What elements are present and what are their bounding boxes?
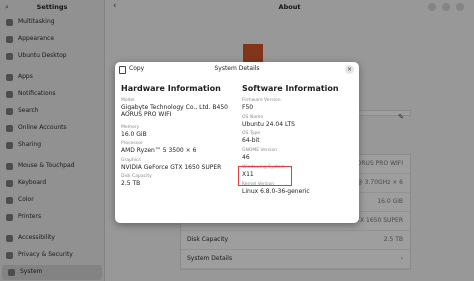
- field-value: 46: [242, 154, 250, 161]
- field-value: 2.5 TB: [121, 180, 141, 187]
- field-value: F50: [242, 104, 254, 111]
- software-field: Firmware Version F50: [242, 98, 357, 111]
- software-section: Software Information Firmware Version F50…: [242, 84, 352, 195]
- close-dialog-button[interactable]: ×: [345, 65, 354, 74]
- field-value: Gigabyte Technology Co., Ltd. B450 AORUS…: [121, 104, 228, 118]
- field-value: AMD Ryzen™ 5 3500 × 6: [121, 147, 197, 154]
- windowing-system-highlight-box: [238, 166, 292, 186]
- field-value: Ubuntu 24.04 LTS: [242, 121, 295, 128]
- software-heading: Software Information: [242, 84, 339, 93]
- field-value: Linux 6.8.0-36-generic: [242, 188, 310, 195]
- dialog-header: Copy System Details ×: [115, 62, 359, 78]
- hardware-field: Graphics NVIDIA GeForce GTX 1650 SUPER: [121, 158, 236, 171]
- hardware-field: Model Gigabyte Technology Co., Ltd. B450 …: [121, 98, 236, 118]
- software-field: OS Name Ubuntu 24.04 LTS: [242, 115, 357, 128]
- software-field: OS Type 64-bit: [242, 131, 357, 144]
- hardware-field: Processor AMD Ryzen™ 5 3500 × 6: [121, 141, 236, 154]
- field-value: 16.0 GiB: [121, 131, 147, 138]
- dialog-title: System Details: [214, 65, 260, 72]
- hardware-section: Hardware Information Model Gigabyte Techn…: [121, 84, 231, 187]
- hardware-field: Memory 16.0 GiB: [121, 125, 236, 138]
- software-field: GNOME Version 46: [242, 148, 357, 161]
- hardware-field: Disk Capacity 2.5 TB: [121, 174, 236, 187]
- field-value: NVIDIA GeForce GTX 1650 SUPER: [121, 164, 222, 171]
- hardware-heading: Hardware Information: [121, 84, 221, 93]
- system-details-dialog: Copy System Details × Hardware Informati…: [115, 62, 359, 223]
- field-value: 64-bit: [242, 137, 260, 144]
